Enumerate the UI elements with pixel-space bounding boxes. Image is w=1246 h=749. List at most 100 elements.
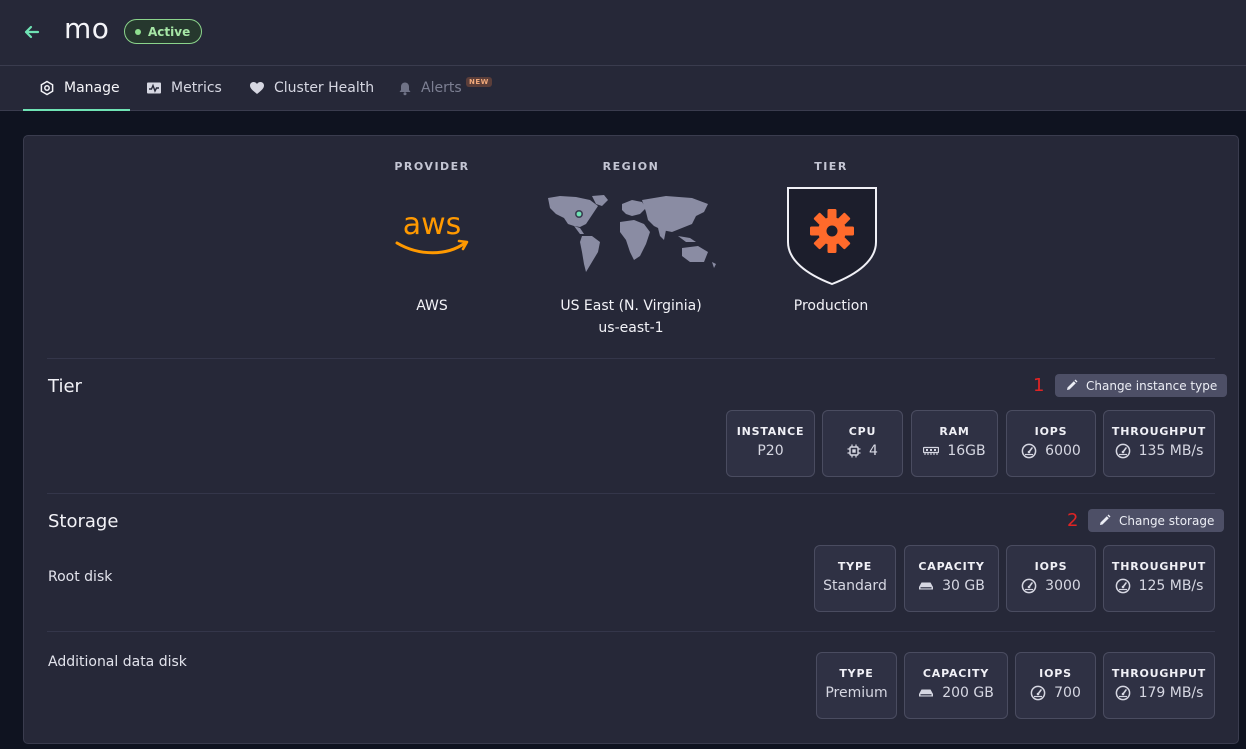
stat-label: INSTANCE [736,425,805,438]
new-badge: NEW [466,77,492,87]
status-label: Active [148,24,191,39]
data-disk-label: Additional data disk [48,654,187,670]
stat-label: RAM [939,425,970,438]
root-disk-label: Root disk [48,569,113,585]
gauge-icon [1030,685,1046,701]
aws-logo: aws [395,207,469,255]
status-badge: Active [124,19,203,44]
disk-icon [919,582,934,590]
pencil-icon [1100,514,1111,525]
gauge-icon [1115,578,1130,594]
stat-value-row: 4 [823,443,902,459]
stat-value: P20 [757,443,784,459]
stat-label: IOPS [1039,667,1072,680]
svg-text:aws: aws [403,207,462,242]
status-dot-icon [135,28,141,35]
stat-label: THROUGHPUT [1111,560,1207,573]
divider [47,493,1215,494]
tab-bar: Manage Metrics Cluster Health Alerts NEW [0,66,1246,111]
pencil-icon [1067,379,1078,390]
divider [47,358,1215,359]
stat-value: 16GB [947,443,986,459]
stat-value: 700 [1054,685,1081,701]
stat-label: IOPS [1034,425,1068,438]
stat-value-row: 6000 [1007,443,1095,459]
shield-gear-icon [787,187,877,286]
gauge-icon [1021,443,1037,459]
stat-data-type: TYPE Premium [816,652,897,719]
stat-value-row: 3000 [1007,578,1095,594]
stat-ram: RAM 16GB [911,410,998,477]
provider-label: PROVIDER [394,160,470,173]
stat-value-row: 200 GB [905,685,1007,701]
tier-section-title: Tier [48,376,82,397]
ram-icon [923,446,940,455]
stat-value-row: Premium [817,685,896,701]
stat-label: TYPE [839,667,874,680]
stat-instance: INSTANCE P20 [726,410,815,477]
stat-value: 4 [869,443,878,459]
stat-iops: IOPS 6000 [1006,410,1096,477]
stat-label: TYPE [837,560,873,573]
stat-value-row: 30 GB [905,578,998,594]
region-code: us-east-1 [598,320,664,336]
stat-value: 3000 [1045,578,1081,594]
disk-icon [919,689,934,697]
stat-value: 30 GB [942,578,985,594]
stat-value-row: 135 MB/s [1104,443,1214,459]
stat-root-throughput: THROUGHPUT 125 MB/s [1103,545,1215,612]
stat-value: 179 MB/s [1138,685,1204,701]
tier-value: Production [793,298,869,314]
stat-label: IOPS [1034,560,1068,573]
annotation-number-2: 2 [1067,510,1079,531]
stat-value: 125 MB/s [1138,578,1204,594]
stat-root-type: TYPE Standard [814,545,896,612]
change-instance-type-button[interactable]: Change instance type [1055,374,1228,397]
stat-value: 200 GB [942,685,994,701]
stat-value: 135 MB/s [1138,443,1204,459]
provider-value: AWS [416,298,448,314]
bell-icon [399,82,411,95]
change-instance-type-label: Change instance type [1086,378,1218,393]
back-arrow-icon[interactable] [22,22,42,42]
change-storage-button[interactable]: Change storage [1088,509,1225,532]
stat-label: THROUGHPUT [1111,425,1207,438]
tab-cluster-health-label: Cluster Health [274,80,375,96]
tab-manage[interactable]: Manage [23,66,130,111]
cluster-name: mo [64,12,110,45]
world-map-icon [548,195,716,272]
tab-alerts-label: Alerts [421,80,462,96]
stat-label: THROUGHPUT [1111,667,1207,680]
stat-data-throughput: THROUGHPUT 179 MB/s [1103,652,1215,719]
chart-icon [147,82,161,94]
stat-data-capacity: CAPACITY 200 GB [904,652,1008,719]
storage-section-title: Storage [48,511,119,532]
tier-label: TIER [814,160,848,173]
gauge-icon [1115,443,1130,459]
region-label: REGION [602,160,660,173]
stat-value-row: 700 [1016,685,1095,701]
heart-icon [250,82,264,94]
stat-cpu: CPU 4 [822,410,903,477]
change-storage-label: Change storage [1119,513,1215,528]
stat-value-row: P20 [727,443,814,459]
tab-metrics[interactable]: Metrics [146,66,222,110]
gauge-icon [1021,578,1037,594]
tab-metrics-label: Metrics [171,80,222,96]
stat-value: 6000 [1045,443,1081,459]
region-summary: REGION US East (N. Virginia) us-east-1 [546,136,716,346]
page-header: mo Active [0,0,1246,66]
stat-value-row: Standard [815,578,895,594]
tier-summary: TIER Production [746,136,916,346]
tab-cluster-health[interactable]: Cluster Health [249,66,374,110]
stat-root-capacity: CAPACITY 30 GB [904,545,999,612]
manage-panel: PROVIDER aws AWS REGION US East (N. Virg… [23,135,1239,744]
gauge-icon [1115,685,1130,701]
cpu-icon [847,444,861,458]
tab-alerts[interactable]: Alerts [398,66,462,110]
stat-root-iops: IOPS 3000 [1006,545,1096,612]
stat-value-row: 179 MB/s [1104,685,1214,701]
stat-value-row: 16GB [912,443,997,459]
stat-throughput: THROUGHPUT 135 MB/s [1103,410,1215,477]
stat-label: CAPACITY [918,560,985,573]
